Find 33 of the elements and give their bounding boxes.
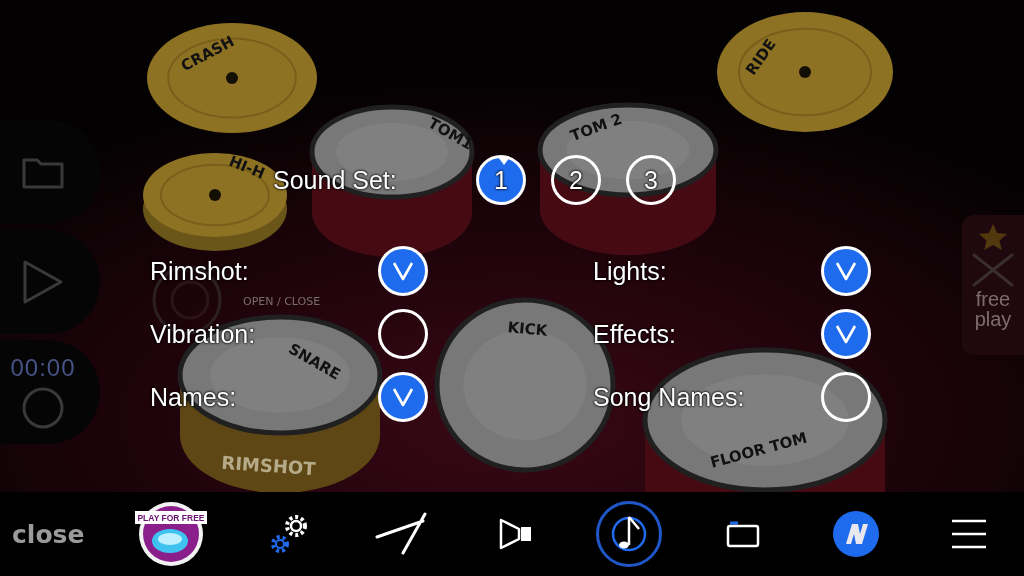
drum-label: FLOOR TOM [708,428,810,472]
pedal-label: OPEN / CLOSE [243,295,321,308]
setting-label: Lights: [593,256,668,286]
drum-label: TOM 2 [568,109,625,145]
checkbox[interactable] [821,372,871,422]
drum-drawing[interactable] [537,102,719,255]
checkbox[interactable] [378,309,428,359]
check-icon [835,261,857,281]
menu-icon[interactable] [950,518,987,550]
sound-set-option[interactable]: 3 [626,155,676,205]
folder-icon[interactable] [725,520,760,548]
logo-icon[interactable] [831,510,880,558]
rimshot-label: RIMSHOT [220,451,317,480]
close-button[interactable]: close [12,519,85,549]
check-icon [392,387,414,407]
cymbal-drawing[interactable] [147,23,317,133]
check-icon [835,324,857,344]
timer: 00:00 [10,354,76,382]
free-play-button[interactable]: free play [962,215,1024,355]
video-camera-icon[interactable] [499,518,534,550]
drumsticks-icon [971,253,1015,287]
setting-label: Vibration: [150,319,257,349]
drum-label: HI-H [226,152,268,183]
drum-label: KICK [506,318,549,340]
check-icon [392,261,414,281]
setting-label: Effects: [593,319,677,349]
toolbar-tab[interactable] [596,501,663,567]
star-icon [978,223,1008,251]
cymbal-drawing[interactable] [717,12,893,132]
badge-text: PLAY FOR FREE [137,513,205,523]
setting-label: Song Names: [593,382,746,412]
sound-set-label: Sound Set: [273,165,398,195]
setting-label: Rimshot: [150,256,250,286]
